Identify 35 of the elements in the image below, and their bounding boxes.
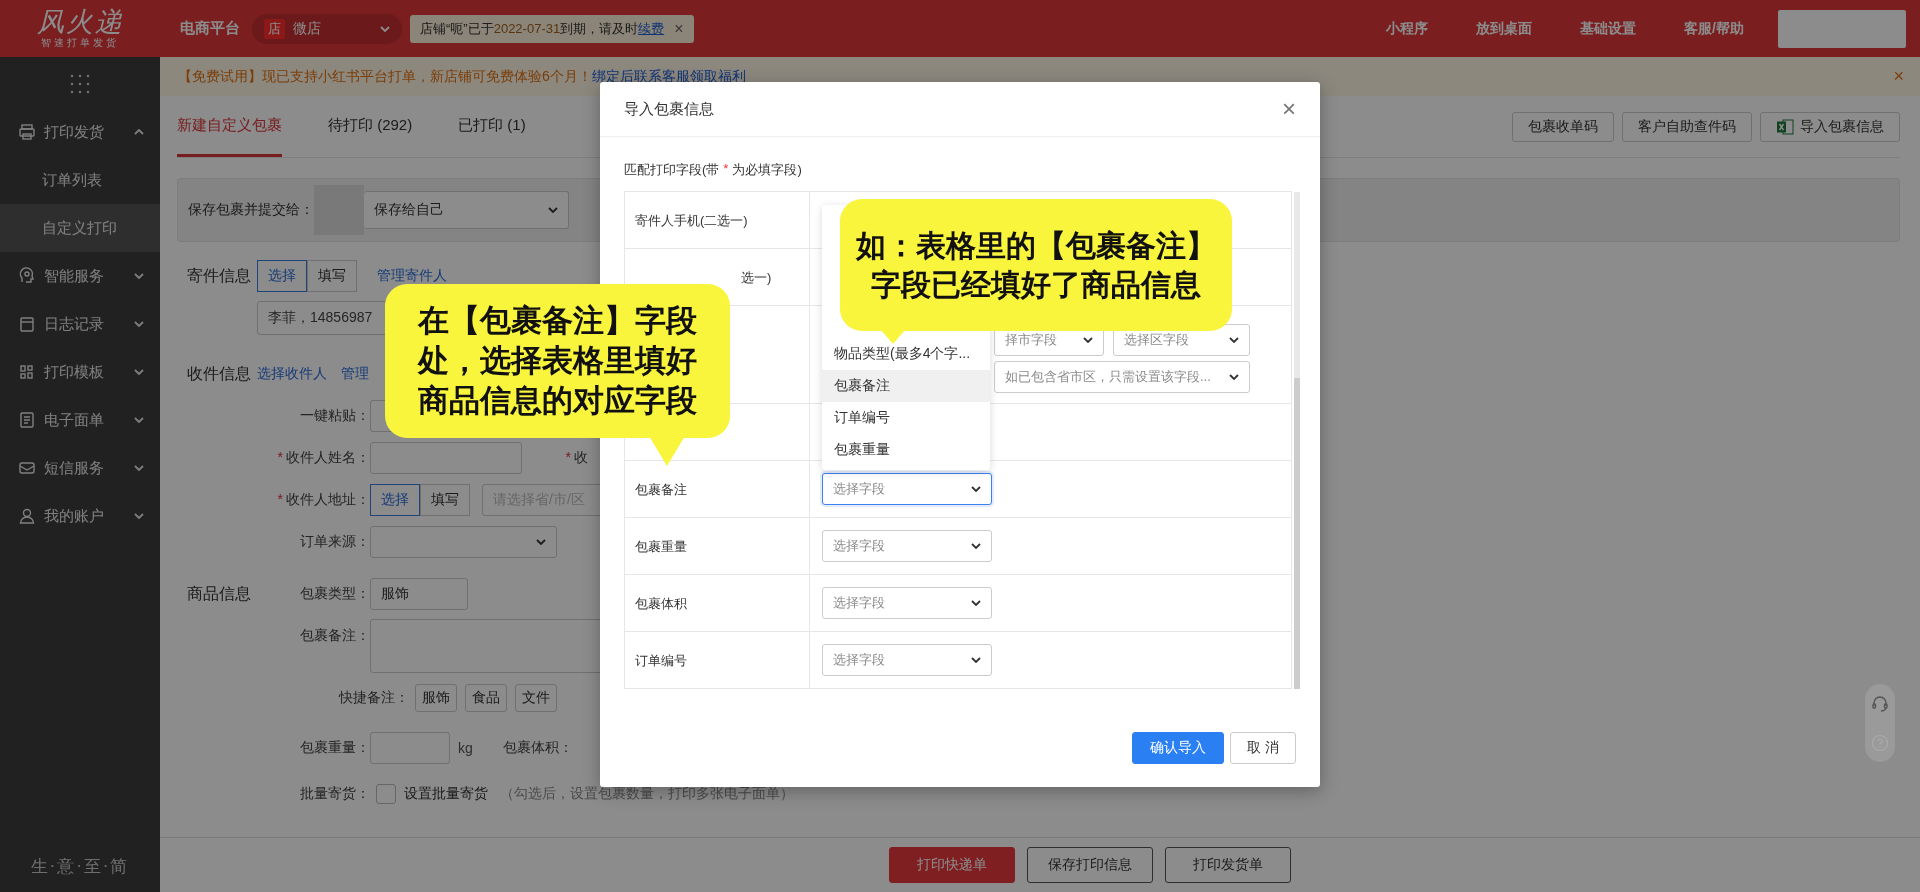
- notice-text: 店铺“呃”已于2022-07-31到期，请及时: [420, 19, 639, 38]
- section-title: 寄件信息: [186, 265, 252, 286]
- field-name: 包裹体积: [635, 596, 687, 611]
- unit-label: kg: [458, 740, 473, 756]
- field-name: 包裹备注: [635, 482, 687, 497]
- dialog-title: 导入包裹信息: [624, 99, 714, 119]
- field-name: 选一): [741, 270, 772, 285]
- required-mark: *: [723, 161, 729, 178]
- brand-tagline: 智速打单发货: [41, 35, 119, 50]
- hint-text: 为必填字段): [732, 161, 802, 179]
- field-name: 包裹重量: [635, 539, 687, 554]
- callout-note: 在【包裹备注】字段处，选择表格里填好商品信息的对应字段: [385, 284, 730, 438]
- field-label: 包裹备注：: [299, 626, 370, 645]
- field-label: 批量寄货：: [299, 785, 370, 803]
- field-label: 快捷备注：: [337, 689, 410, 707]
- callout-note: 如：表格里的【包裹备注】字段已经填好了商品信息: [840, 199, 1232, 331]
- field-label: 一键粘贴：: [299, 407, 370, 425]
- field-label: * 收件人地址：: [276, 491, 370, 509]
- field-name: 订单编号: [635, 653, 687, 668]
- submit-label: 保存包裹并提交给：: [188, 201, 314, 219]
- section-title: 商品信息: [186, 583, 252, 604]
- field-label: 包裹类型：: [299, 585, 370, 603]
- field-label: 包裹体积：: [501, 739, 573, 757]
- brand-logo: 风火递: [36, 7, 124, 36]
- platform-label: 电商平台: [180, 19, 240, 38]
- field-label: 订单来源：: [299, 533, 370, 551]
- field-label: * 收: [564, 449, 588, 467]
- section-title: 收件信息: [186, 363, 252, 384]
- hint-text: 匹配打印字段(带: [624, 161, 720, 179]
- field-label: 包裹重量：: [299, 739, 370, 757]
- field-label: * 收件人姓名：: [276, 449, 370, 467]
- promo-text: 【免费试用】现已支持小红书平台打单，新店铺可免费体验6个月！: [178, 67, 592, 86]
- checkbox-label: 设置批量寄货: [404, 785, 488, 803]
- slogan: 生·意·至·简: [29, 856, 131, 878]
- field-name: 寄件人手机(二选一): [635, 213, 748, 228]
